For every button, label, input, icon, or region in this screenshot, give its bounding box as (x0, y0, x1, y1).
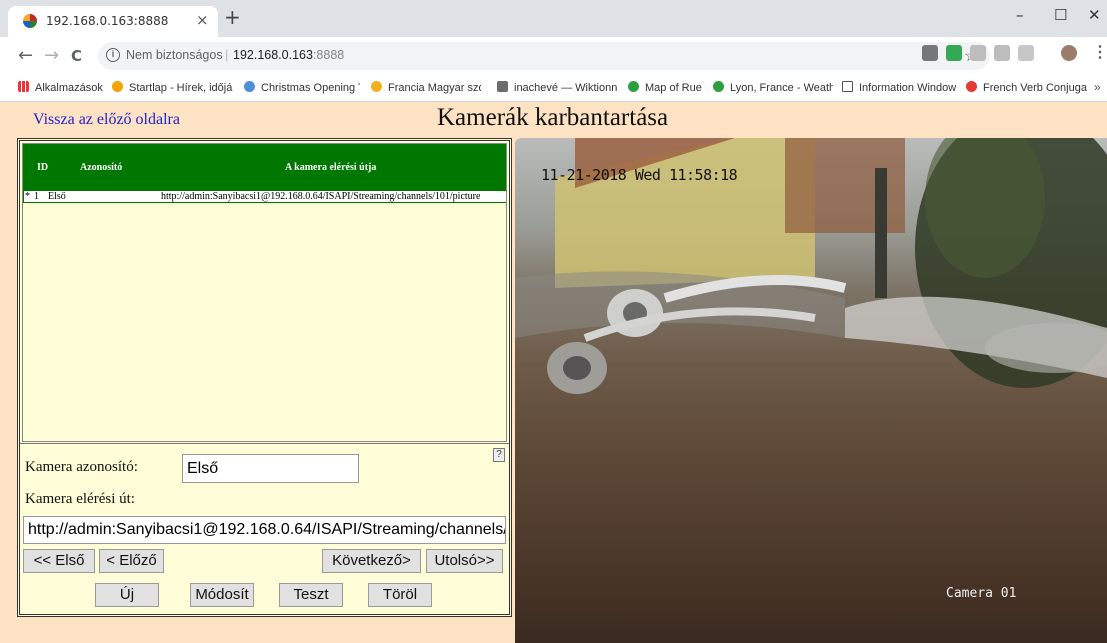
camera-grid: ID Azonosító A kamera elérési útja * 1 E… (22, 143, 507, 442)
back-arrow-icon[interactable]: ← (18, 46, 33, 66)
camera-id-field[interactable]: Első (182, 454, 359, 483)
cell-id: 1 (34, 191, 39, 202)
bookmark-item[interactable]: Information Window (842, 81, 956, 94)
page-icon (842, 81, 853, 92)
url-separator: | (225, 47, 229, 62)
more-bookmarks-icon[interactable]: » (1094, 80, 1101, 94)
reload-icon[interactable]: C (71, 46, 82, 66)
camera-timestamp: 11-21-2018 Wed 11:58:18 (541, 166, 738, 184)
camera-scene-image (515, 138, 1107, 394)
bookmarks-bar: Alkalmazások Startlap - Hírek, időjá Chr… (0, 75, 1107, 102)
cell-path: http://admin:Sanyibacsi1@192.168.0.64/IS… (161, 191, 481, 202)
tab-title: 192.168.0.163:8888 (46, 14, 169, 28)
bookmark-item[interactable]: Lyon, France - Weath (713, 81, 833, 94)
close-tab-icon[interactable]: × (196, 11, 209, 29)
site-favicon-icon (23, 14, 37, 28)
dictionary-icon (371, 81, 382, 92)
camera-name-overlay: Camera 01 (946, 586, 1017, 601)
weather-icon (713, 81, 724, 92)
security-status: Nem biztonságos (126, 48, 223, 62)
browser-tabstrip: 192.168.0.163:8888 × + – ☐ ✕ (0, 0, 1107, 37)
bookmark-label: French Verb Conjuga (983, 82, 1087, 94)
last-record-button[interactable]: Utolsó>> (426, 549, 503, 573)
page-title: Kamerák karbantartása (437, 104, 669, 131)
browser-tab[interactable]: 192.168.0.163:8888 × (8, 6, 218, 37)
extension-icon[interactable] (970, 45, 986, 61)
column-header-name[interactable]: Azonosító (80, 162, 122, 173)
camera-path-label: Kamera elérési út: (25, 491, 135, 507)
camera-edit-form: ? Kamera azonosító: Első Kamera elérési … (20, 443, 509, 614)
extension-icon[interactable] (1018, 45, 1034, 61)
url-port: :8888 (312, 48, 345, 62)
minimize-window-button[interactable]: – (1016, 6, 1024, 24)
table-row[interactable]: * 1 Első http://admin:Sanyibacsi1@192.16… (23, 190, 506, 203)
browser-toolbar: ← → C i Nem biztonságos | 192.168.0.163:… (0, 37, 1107, 75)
url-host: 192.168.0.163 (233, 48, 313, 62)
test-camera-button[interactable]: Teszt (279, 583, 343, 607)
url-text[interactable]: 192.168.0.163:8888 (233, 48, 344, 62)
bookmark-item[interactable]: Startlap - Hírek, időjá (112, 81, 240, 94)
camera-snapshot: 11-21-2018 Wed 11:58:18 Camera 01 (515, 138, 1107, 643)
info-icon[interactable]: i (106, 48, 120, 62)
verb-icon (966, 81, 977, 92)
camera-admin-panel: ID Azonosító A kamera elérési útja * 1 E… (17, 138, 512, 617)
close-window-button[interactable]: ✕ (1088, 6, 1101, 24)
camera-id-label: Kamera azonosító: (25, 459, 138, 475)
delete-camera-button[interactable]: Töröl (368, 583, 432, 607)
bookmark-label: Information Window (859, 82, 957, 94)
bookmark-label: Christmas Opening T (261, 82, 360, 94)
bookmark-label: Map of Rue (645, 82, 702, 94)
bookmark-item[interactable]: Map of Rue (628, 81, 702, 94)
browser-menu-icon[interactable]: ⋮ (1092, 45, 1107, 61)
christmas-icon (244, 81, 255, 92)
extension-power-icon[interactable] (946, 45, 962, 61)
grid-header: ID Azonosító A kamera elérési útja (23, 144, 506, 190)
modify-camera-button[interactable]: Módosít (190, 583, 254, 607)
startlap-icon (112, 81, 123, 92)
new-tab-button[interactable]: + (224, 5, 241, 29)
bookmark-item[interactable]: Francia Magyar szótá (371, 81, 481, 94)
bookmark-item[interactable]: Christmas Opening T (244, 81, 360, 94)
map-icon (628, 81, 639, 92)
column-header-id[interactable]: ID (37, 162, 48, 173)
row-marker: * (25, 191, 30, 202)
extension-icon[interactable] (922, 45, 938, 61)
bookmark-item[interactable]: French Verb Conjuga (966, 81, 1088, 94)
page-content: Vissza az előző oldalra Kamerák karbanta… (0, 103, 1107, 643)
camera-path-field[interactable]: http://admin:Sanyibacsi1@192.168.0.64/IS… (23, 516, 506, 544)
extension-icon[interactable] (994, 45, 1010, 61)
bookmark-label: Alkalmazások (35, 82, 103, 94)
help-icon[interactable]: ? (493, 448, 505, 462)
forward-arrow-icon[interactable]: → (44, 46, 59, 66)
bookmark-label: Startlap - Hírek, időjá (129, 82, 233, 94)
first-record-button[interactable]: << Első (23, 549, 95, 573)
profile-avatar[interactable] (1061, 45, 1077, 61)
new-camera-button[interactable]: Új (95, 583, 159, 607)
apps-grid-icon (18, 81, 29, 92)
bookmark-item[interactable]: Alkalmazások (18, 81, 103, 94)
previous-record-button[interactable]: < Előző (99, 549, 164, 573)
address-bar[interactable]: i Nem biztonságos | 192.168.0.163:8888 ☆ (98, 42, 990, 70)
bookmark-label: Francia Magyar szótá (388, 82, 481, 94)
maximize-window-button[interactable]: ☐ (1054, 6, 1067, 24)
wiktionary-icon (497, 81, 508, 92)
cell-name: Első (48, 191, 66, 202)
bookmark-label: Lyon, France - Weath (730, 82, 833, 94)
bookmark-label: inachevé — Wiktionn (514, 82, 618, 94)
next-record-button[interactable]: Következő> (322, 549, 421, 573)
column-header-path[interactable]: A kamera elérési útja (285, 162, 376, 173)
bookmark-item[interactable]: inachevé — Wiktionn (497, 81, 619, 94)
back-link[interactable]: Vissza az előző oldalra (33, 111, 180, 129)
